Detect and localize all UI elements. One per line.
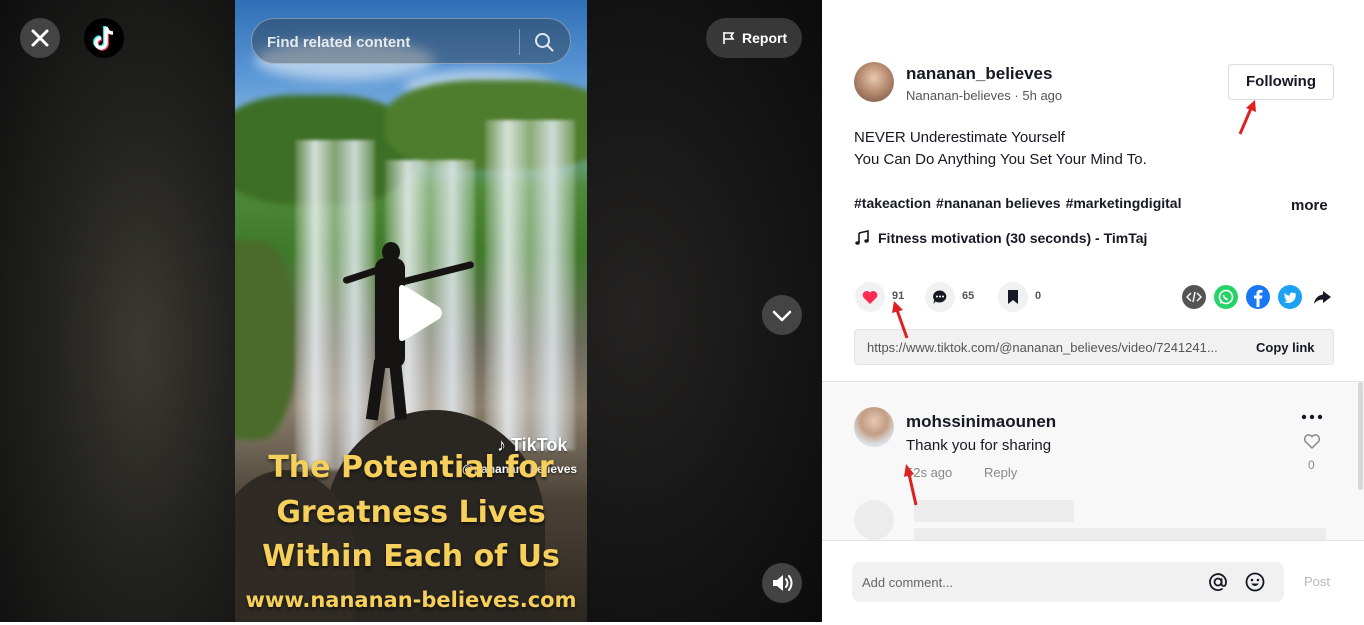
following-button[interactable]: Following xyxy=(1228,64,1334,100)
description-line: You Can Do Anything You Set Your Mind To… xyxy=(854,151,1147,168)
search-divider xyxy=(519,29,520,55)
close-icon xyxy=(31,29,49,47)
like-button[interactable] xyxy=(855,282,885,312)
commenter-avatar[interactable] xyxy=(854,407,894,447)
hashtag-link[interactable]: #marketingdigital xyxy=(1066,195,1182,211)
hashtag-list: #takeaction #nananan believes #marketing… xyxy=(854,195,1181,211)
comment-composer xyxy=(852,562,1284,602)
share-arrow-icon[interactable] xyxy=(1310,285,1334,309)
person-head xyxy=(382,242,400,262)
author-display-name: Nananan-believes xyxy=(906,88,1011,103)
like-count: 91 xyxy=(892,290,905,302)
comment-time: 52s ago xyxy=(906,465,953,480)
waterfall xyxy=(485,120,575,450)
hashtag-link[interactable]: #nananan believes xyxy=(936,195,1061,211)
hashtag-link[interactable]: #takeaction xyxy=(854,195,931,211)
embed-icon xyxy=(1186,291,1202,303)
jungle-foliage xyxy=(235,240,295,440)
scrollbar[interactable] xyxy=(1358,382,1363,490)
save-button[interactable] xyxy=(998,282,1028,312)
close-button[interactable] xyxy=(20,18,60,58)
comment-list[interactable]: mohssinimaounen Thank you for sharing 52… xyxy=(822,381,1364,541)
embed-button[interactable] xyxy=(1182,285,1206,309)
waterfall xyxy=(295,140,375,470)
author-subline: Nananan-believes · 5h ago xyxy=(906,88,1062,103)
commenter-username[interactable]: mohssinimaounen xyxy=(906,412,1056,432)
more-link[interactable]: more xyxy=(1291,197,1328,214)
heart-icon xyxy=(862,291,878,304)
loading-skeleton-line xyxy=(914,500,1074,522)
reply-button[interactable]: Reply xyxy=(984,465,1017,480)
save-count: 0 xyxy=(1035,290,1042,302)
search-bar[interactable] xyxy=(251,18,571,64)
video-link-text[interactable]: https://www.tiktok.com/@nananan_believes… xyxy=(867,340,1237,355)
music-note-icon xyxy=(855,230,869,245)
flag-icon xyxy=(723,32,735,44)
loading-skeleton-avatar xyxy=(854,500,894,540)
twitter-share-button[interactable] xyxy=(1278,285,1302,309)
facebook-icon xyxy=(1254,289,1263,307)
bookmark-icon xyxy=(1008,290,1018,304)
comment-button[interactable] xyxy=(925,282,955,312)
loading-skeleton-line xyxy=(914,528,1326,540)
heart-outline-icon[interactable] xyxy=(1302,431,1322,451)
comment-icon xyxy=(933,290,947,304)
volume-button[interactable] xyxy=(762,563,802,603)
author-avatar[interactable] xyxy=(854,62,894,102)
tiktok-note-icon xyxy=(93,26,114,51)
play-icon[interactable] xyxy=(389,283,445,343)
volume-icon xyxy=(773,575,793,591)
more-dots-icon[interactable] xyxy=(1300,410,1324,424)
whatsapp-icon xyxy=(1218,289,1234,305)
comment-like-count: 0 xyxy=(1308,458,1315,472)
music-title[interactable]: Fitness motivation (30 seconds) - TimTaj xyxy=(878,230,1147,246)
search-input[interactable] xyxy=(267,32,507,52)
comment-text: Thank you for sharing xyxy=(906,437,1052,454)
report-button[interactable]: Report xyxy=(706,18,802,58)
facebook-share-button[interactable] xyxy=(1246,285,1270,309)
overlay-caption-line: Within Each of Us xyxy=(262,539,560,574)
report-label: Report xyxy=(742,30,788,46)
post-time: 5h ago xyxy=(1022,88,1063,103)
overlay-caption-line: The Potential for xyxy=(268,450,554,485)
video-player[interactable]: ♪ TikTok @nananan_believes The Potential… xyxy=(0,0,822,625)
whatsapp-share-button[interactable] xyxy=(1214,285,1238,309)
chevron-down-icon xyxy=(772,310,792,322)
comment-input[interactable] xyxy=(862,572,1192,592)
details-panel: nananan_believes Nananan-believes · 5h a… xyxy=(822,0,1364,625)
tiktok-logo[interactable] xyxy=(84,18,124,58)
overlay-caption-line: Greatness Lives xyxy=(276,495,546,530)
post-button[interactable]: Post xyxy=(1304,574,1330,589)
copy-link-box: https://www.tiktok.com/@nananan_believes… xyxy=(854,329,1334,365)
emoji-icon[interactable] xyxy=(1244,571,1266,593)
author-username[interactable]: nananan_believes xyxy=(906,64,1052,84)
next-video-button[interactable] xyxy=(762,295,802,335)
description-line: NEVER Underestimate Yourself xyxy=(854,129,1065,146)
mention-icon[interactable] xyxy=(1207,571,1229,593)
video-blur-left xyxy=(0,0,235,625)
search-icon[interactable] xyxy=(533,31,555,53)
twitter-icon xyxy=(1283,292,1297,304)
overlay-url: www.nananan-believes.com xyxy=(245,588,577,612)
comment-count: 65 xyxy=(962,290,975,302)
copy-link-button[interactable]: Copy link xyxy=(1256,340,1315,355)
